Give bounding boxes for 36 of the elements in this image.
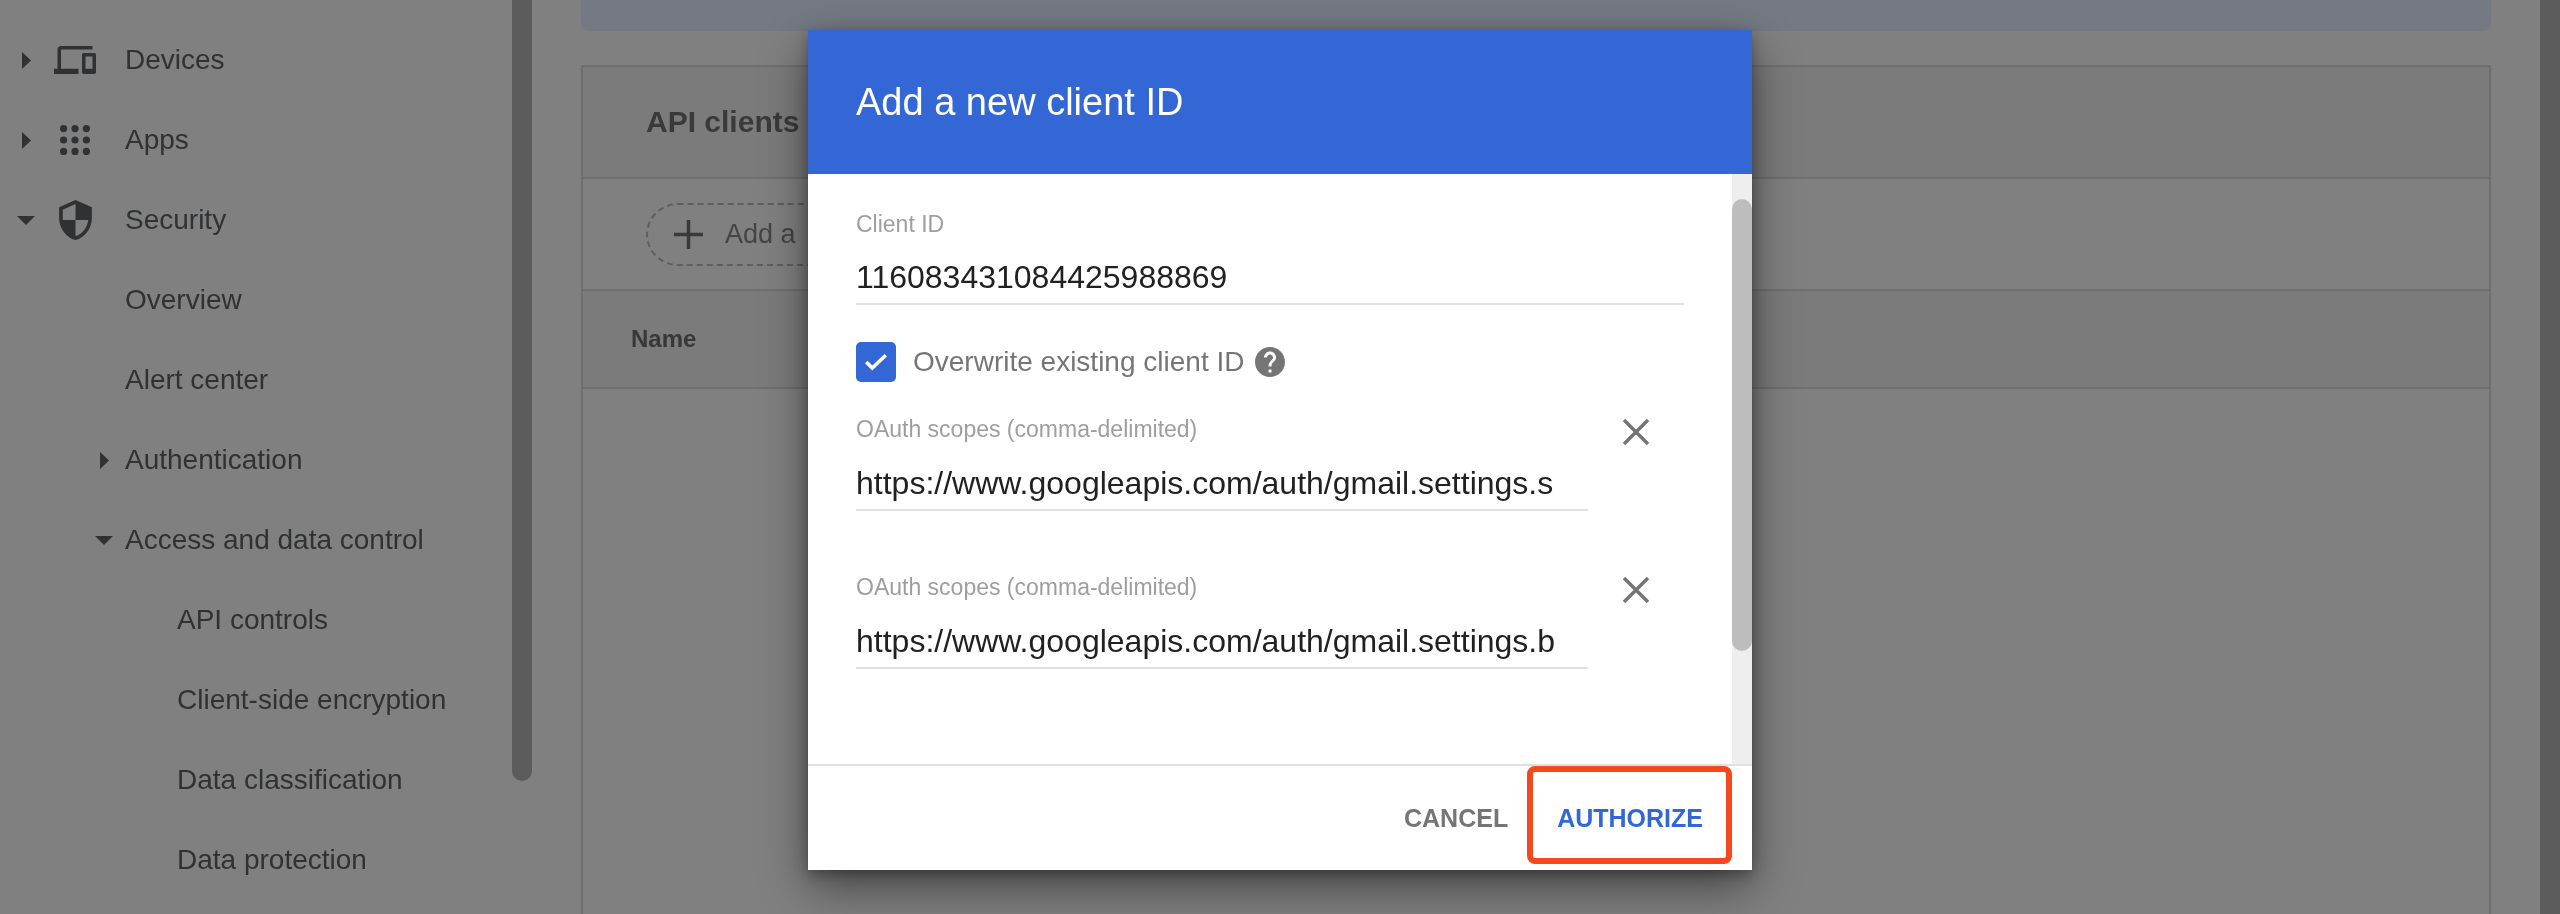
shield-icon	[58, 200, 92, 240]
nav-item[interactable]: API controls	[0, 580, 512, 660]
dialog-button[interactable]: CANCEL	[1388, 788, 1525, 848]
nav-item[interactable]: Security	[0, 180, 512, 260]
nav-item[interactable]: Overview	[0, 260, 512, 340]
scrollbar-thumb[interactable]	[1732, 199, 1752, 651]
devices-icon	[54, 46, 96, 74]
nav-item[interactable]: Devices	[0, 20, 512, 100]
close-icon[interactable]	[1622, 418, 1650, 446]
nav-item[interactable]: Data classification	[0, 740, 512, 820]
column-header[interactable]: Name	[631, 325, 697, 353]
checkbox[interactable]	[856, 342, 896, 382]
dot-grid-icon	[60, 125, 90, 155]
dialog-title: Add a new client ID	[856, 80, 1184, 124]
scrollbar-track[interactable]	[1732, 174, 1752, 764]
nav-item[interactable]: Client-side encryption	[0, 660, 512, 740]
field-label: OAuth scopes (comma-delimited)	[856, 415, 1198, 443]
field-label: OAuth scopes (comma-delimited)	[856, 573, 1198, 601]
plus-icon	[674, 219, 703, 249]
card-title: API clients	[646, 105, 800, 139]
nav-item[interactable]: Authentication	[0, 420, 512, 500]
dialog-button[interactable]: AUTHORIZE	[1541, 788, 1719, 848]
check-icon	[864, 353, 888, 371]
close-icon[interactable]	[1622, 576, 1650, 604]
scope-field[interactable]: https://www.googleapis.com/auth/gmail.settings.b	[856, 621, 1588, 669]
scope-field[interactable]: https://www.googleapis.com/auth/gmail.settings.s	[856, 463, 1588, 511]
client-id-field[interactable]: 116083431084425988869	[856, 257, 1684, 305]
nav-item[interactable]: Data protection	[0, 820, 512, 900]
checkbox-label[interactable]: Overwrite existing client ID	[913, 346, 1245, 378]
field-label: Client ID	[856, 210, 945, 238]
nav-item[interactable]: Access and data control	[0, 500, 512, 580]
nav-item[interactable]: Alert center	[0, 340, 512, 420]
scrollbar-thumb[interactable]	[512, 0, 532, 781]
help-icon[interactable]	[1255, 347, 1286, 377]
scrollbar-track[interactable]	[2540, 0, 2560, 914]
nav-item[interactable]: Apps	[0, 100, 512, 180]
